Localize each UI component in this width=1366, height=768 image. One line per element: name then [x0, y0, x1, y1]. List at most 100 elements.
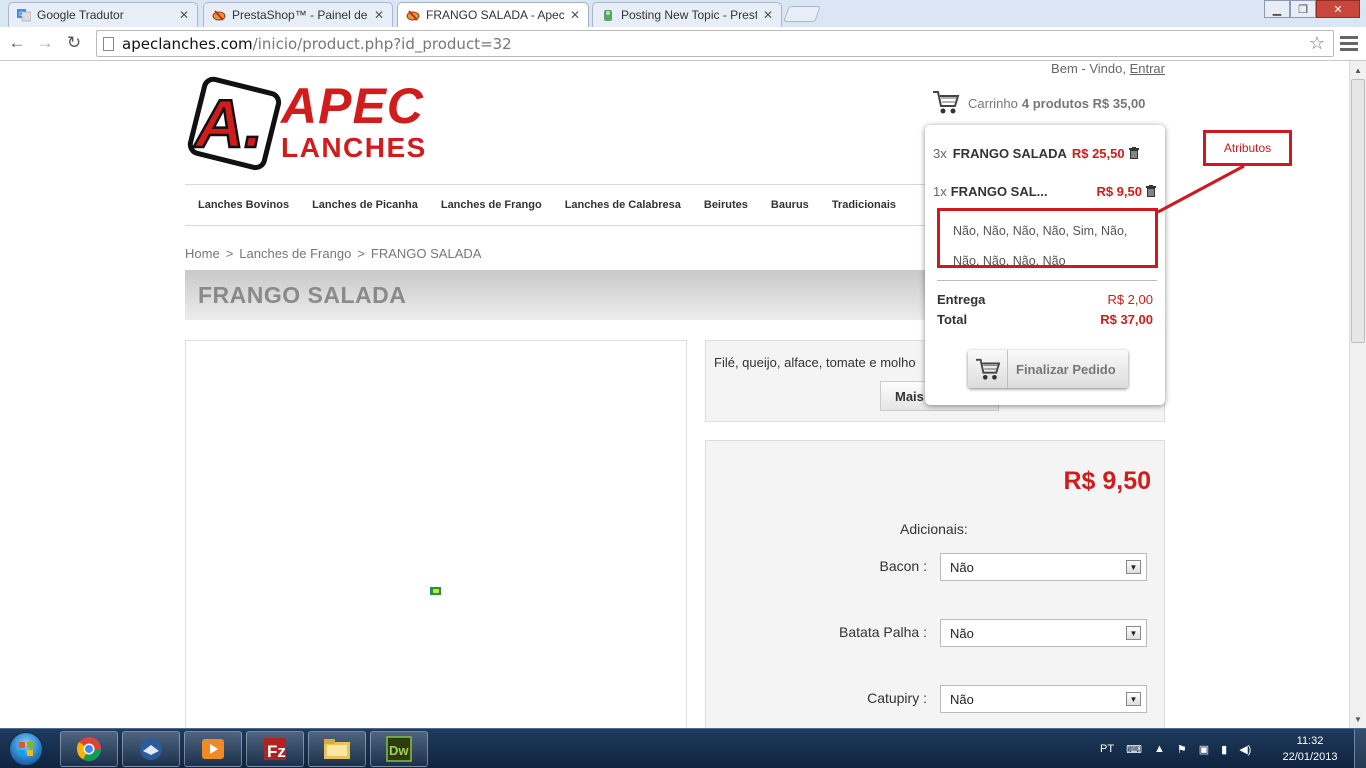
addons-label: Adicionais:: [900, 521, 968, 537]
login-link[interactable]: Entrar: [1130, 61, 1165, 76]
windows-taskbar: Fz Dw PT ⌨ ▲ ⚑ ▣ ▮ ◀) 11:32 22/01/2013: [0, 728, 1366, 768]
scrollbar-thumb[interactable]: [1351, 79, 1365, 343]
attributes-line: Não, Não, Não, Não: [953, 254, 1066, 268]
volume-icon[interactable]: ◀): [1239, 743, 1251, 756]
network-signal-icon[interactable]: ▮: [1221, 743, 1227, 756]
close-tab-icon[interactable]: ✕: [374, 8, 384, 22]
breadcrumb-category[interactable]: Lanches de Frango: [239, 246, 351, 261]
batata-palha-select[interactable]: Não ▼: [940, 619, 1147, 647]
product-description: Filé, queijo, alface, tomate e molho: [714, 355, 916, 370]
welcome-text: Bem - Vindo,: [1051, 61, 1126, 76]
language-indicator[interactable]: PT: [1100, 743, 1114, 755]
filezilla-icon[interactable]: Fz: [246, 731, 304, 767]
logo-text-top: APEC: [279, 78, 424, 134]
thunderbird-icon[interactable]: [122, 731, 180, 767]
tab-title: Google Tradutor: [37, 8, 124, 22]
tab-frango-salada[interactable]: FRANGO SALADA - Apec L ✕: [397, 2, 589, 27]
delivery-row: Entrega R$ 2,00: [937, 292, 1153, 307]
cart-line-name[interactable]: FRANGO SAL...: [951, 184, 1048, 199]
url-domain: apeclanches.com: [122, 34, 253, 53]
address-bar[interactable]: apeclanches.com/inicio/product.php?id_pr…: [96, 30, 1334, 57]
url-path: /inicio/product.php?id_product=32: [252, 34, 512, 53]
system-clock[interactable]: 11:32 22/01/2013: [1278, 733, 1342, 765]
attributes-line: Não, Não, Não, Não, Sim, Não,: [953, 224, 1128, 238]
nav-item-tradicionais[interactable]: Tradicionais: [832, 199, 896, 211]
cart-line-price: R$ 9,50: [1096, 183, 1142, 199]
option-label: Catupiry :: [867, 690, 927, 706]
show-hidden-icons-icon[interactable]: ▲: [1154, 743, 1165, 755]
option-row-batata-palha: Batata Palha : Não ▼: [706, 619, 1166, 647]
maximize-window-button[interactable]: ❐: [1290, 0, 1316, 18]
catupiry-select[interactable]: Não ▼: [940, 685, 1147, 713]
cart-line-qty: 1x: [933, 183, 947, 199]
trash-icon[interactable]: [1128, 147, 1139, 159]
close-tab-icon[interactable]: ✕: [763, 8, 773, 22]
nav-item-lanches-calabresa[interactable]: Lanches de Calabresa: [565, 199, 681, 211]
close-tab-icon[interactable]: ✕: [179, 8, 189, 22]
browser-menu-icon[interactable]: [1340, 33, 1358, 53]
cart-dropdown: 3x FRANGO SALADA R$ 25,50 1x FRANGO SAL.…: [925, 125, 1165, 405]
breadcrumb-home[interactable]: Home: [185, 246, 220, 261]
show-desktop-button[interactable]: [1354, 729, 1366, 768]
trash-icon[interactable]: [1146, 185, 1156, 197]
nav-item-lanches-frango[interactable]: Lanches de Frango: [441, 199, 542, 211]
close-window-button[interactable]: ✕: [1316, 0, 1360, 18]
keyboard-icon[interactable]: ⌨: [1126, 743, 1142, 756]
chevron-down-icon[interactable]: ▼: [1126, 560, 1141, 574]
media-player-icon[interactable]: [184, 731, 242, 767]
option-label: Bacon :: [879, 558, 927, 574]
tab-strip: G Google Tradutor ✕ PrestaShop™ - Painel…: [0, 0, 1366, 27]
svg-text:G: G: [19, 12, 24, 18]
cart-summary-text: 4 produtos R$ 35,00: [1021, 96, 1146, 111]
cart-line-attributes: Não, Não, Não, Não, Sim, Não, Não, Não, …: [937, 208, 1158, 268]
nav-item-baurus[interactable]: Baurus: [771, 199, 809, 211]
site-logo[interactable]: A. APEC LANCHES: [185, 71, 449, 171]
action-center-flag-icon[interactable]: ⚑: [1177, 743, 1187, 756]
cart-summary[interactable]: Carrinho 4 produtos R$ 35,00: [932, 89, 1145, 118]
chevron-down-icon[interactable]: ▼: [1126, 692, 1141, 706]
new-tab-button[interactable]: [783, 6, 821, 22]
minimize-window-button[interactable]: ▁: [1264, 0, 1290, 18]
start-button[interactable]: [4, 730, 48, 768]
reload-icon[interactable]: ↻: [63, 32, 85, 54]
cart-line-name[interactable]: FRANGO SALADA: [953, 146, 1067, 161]
dreamweaver-icon[interactable]: Dw: [370, 731, 428, 767]
prestashop-icon: [406, 8, 420, 22]
nav-item-lanches-bovinos[interactable]: Lanches Bovinos: [198, 199, 289, 211]
vertical-scrollbar[interactable]: ▲ ▼: [1349, 61, 1366, 728]
shopping-cart-icon: [968, 350, 1008, 388]
cart-line-price: R$ 25,50: [1071, 145, 1125, 161]
tab-title: Posting New Topic - Prest: [621, 8, 757, 22]
brazil-flag-icon: [430, 587, 441, 595]
tab-prestashop-panel[interactable]: PrestaShop™ - Painel de A ✕: [203, 2, 393, 27]
forward-arrow-icon[interactable]: →: [34, 32, 56, 54]
breadcrumb: Home > Lanches de Frango > FRANGO SALADA: [185, 246, 481, 261]
nav-item-lanches-picanha[interactable]: Lanches de Picanha: [312, 199, 418, 211]
cart-label: Carrinho: [968, 96, 1018, 111]
logo-text-bottom: LANCHES: [281, 132, 427, 163]
bookmark-star-icon[interactable]: ☆: [1309, 33, 1325, 54]
web-page: Bem - Vindo, Entrar A. APEC LANCHES Carr…: [0, 61, 1349, 728]
bacon-select[interactable]: Não ▼: [940, 553, 1147, 581]
back-arrow-icon[interactable]: ←: [6, 32, 28, 54]
close-tab-icon[interactable]: ✕: [570, 8, 580, 22]
page-icon: [103, 36, 114, 51]
checkout-button[interactable]: Finalizar Pedido: [968, 350, 1128, 388]
chevron-down-icon[interactable]: ▼: [1126, 626, 1141, 640]
option-row-bacon: Bacon : Não ▼: [706, 553, 1166, 581]
svg-text:Fz: Fz: [267, 742, 286, 761]
tab-posting-new-topic[interactable]: Posting New Topic - Prest ✕: [592, 2, 782, 27]
option-label: Batata Palha :: [839, 624, 927, 640]
device-icon[interactable]: ▣: [1199, 743, 1209, 756]
tab-google-tradutor[interactable]: G Google Tradutor ✕: [8, 2, 198, 27]
breadcrumb-current: FRANGO SALADA: [370, 246, 482, 261]
chrome-icon[interactable]: [60, 731, 118, 767]
nav-item-beirutes[interactable]: Beirutes: [704, 199, 748, 211]
explorer-icon[interactable]: [308, 731, 366, 767]
scroll-up-icon[interactable]: ▲: [1350, 62, 1366, 78]
scroll-down-icon[interactable]: ▼: [1350, 711, 1366, 727]
total-label: Total: [937, 312, 968, 327]
svg-text:Dw: Dw: [389, 743, 409, 758]
option-row-catupiry: Catupiry : Não ▼: [706, 685, 1166, 713]
clock-date: 22/01/2013: [1282, 751, 1338, 763]
